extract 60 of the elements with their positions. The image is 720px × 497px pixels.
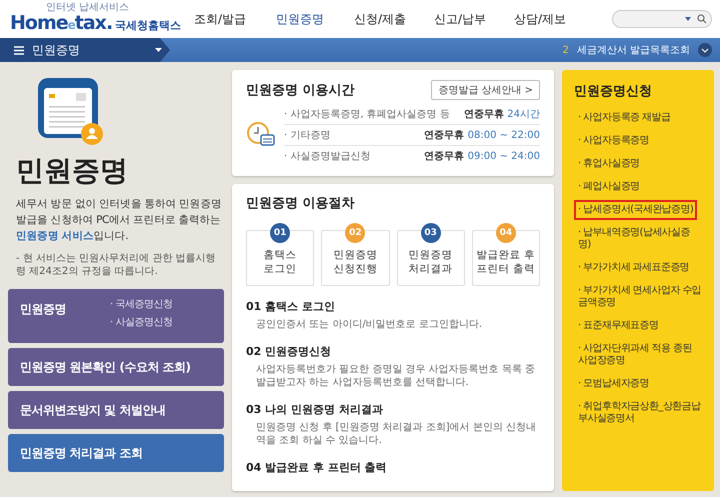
service-menu-button[interactable]: 민원증명 원본확인 (수요처 조회)	[8, 348, 224, 386]
notice-link[interactable]: 세금계산서 발급목록조회	[576, 43, 690, 57]
hours-label: · 사업자등록증명, 휴폐업사실증명 등	[284, 108, 450, 121]
brand-name: 국세청홈택스	[115, 18, 182, 33]
logo-tagline: 인터넷 납세서비스	[46, 3, 130, 13]
step-description: 민원증명 신청 후 [민원증명 처리결과 조회]에서 본인의 신청내역을 조회 하실 수 있습니다.	[256, 421, 538, 447]
certificate-link[interactable]: · 부가가치세 과세표준증명	[574, 258, 706, 278]
step-number: 03	[420, 223, 441, 243]
service-menu-button[interactable]: 민원증명 · 국세증명신청 · 사실증명신청	[8, 289, 224, 343]
sub-link[interactable]: · 사실증명신청	[110, 315, 172, 329]
step-number: 04	[496, 223, 516, 243]
step-heading: 04 발급완료 후 프린터 출력	[246, 460, 388, 475]
detail-button[interactable]: 증명발급 상세안내 >	[431, 80, 540, 100]
step-number: 02	[345, 223, 366, 243]
legal-note: - 현 서비스는 민원사무처리에 관한 법률시행령 제24조2의 규정을 따릅니다.	[16, 252, 217, 278]
step-heading: 01 홈택스 로그인	[246, 299, 336, 314]
menu-icon[interactable]	[14, 46, 24, 54]
service-menu-button[interactable]: 민원증명 처리결과 조회	[8, 434, 224, 472]
nav-item[interactable]: 신청/제출	[340, 10, 420, 28]
nav-item[interactable]: 상담/제보	[500, 10, 580, 28]
intro-text: 세무서 방문 없이 인터넷을 통하여 민원증명발급을 신청하여 PC에서 프린터로 출력하는 민원증명 서비스입니다.	[16, 197, 222, 244]
hours-label: · 사실증명발급신청	[284, 150, 370, 163]
step-heading: 02 민원증명신청	[246, 344, 332, 359]
hours-time: 연중무휴 24시간	[464, 108, 540, 121]
certificate-link[interactable]: · 폐업사실증명	[574, 177, 706, 197]
certificate-link[interactable]: · 모범납세자증명	[574, 374, 706, 394]
certificate-link[interactable]: · 취업후학자금상환_상환금납부사실증명서	[574, 397, 706, 429]
step-heading: 03 나의 민원증명 처리결과	[246, 402, 384, 417]
panel-title: 민원증명신청	[574, 83, 653, 100]
nav-item[interactable]: 신고/납부	[420, 10, 500, 28]
step-number: 01	[270, 223, 290, 243]
search-icon[interactable]	[697, 14, 707, 24]
brand-logo[interactable]: Homeetax.	[10, 13, 112, 35]
section-title: 민원증명	[32, 42, 81, 58]
page-title: 민원증명	[16, 153, 129, 189]
certificate-link[interactable]: · 부가가치세 면세사업자 수입금액증명	[574, 281, 706, 313]
document-icon	[36, 76, 106, 148]
chevron-down-icon[interactable]	[698, 43, 712, 57]
hours-label: · 기타증명	[284, 129, 330, 142]
hours-time: 연중무휴 09:00 ~ 24:00	[424, 150, 540, 163]
nav-item[interactable]: 민원증명	[260, 10, 340, 28]
service-menu-button[interactable]: 문서위변조방지 및 처벌안내	[8, 391, 224, 429]
certificate-link[interactable]: · 사업자등록증명	[574, 131, 706, 151]
caret-icon[interactable]	[155, 48, 162, 52]
certificate-link[interactable]: · 사업자등록증 재발급	[574, 108, 706, 128]
sub-link[interactable]: · 국세증명신청	[110, 297, 172, 311]
step-description: 공인인증서 또는 아이디/비밀번호로 로그인합니다.	[256, 318, 484, 331]
notice-number: 2	[562, 44, 569, 56]
step-description: 사업자등록번호가 필요한 증명일 경우 사업자등록번호 목록 중 발급받고자 하는 사업자등록번호를 선택합니다.	[256, 363, 536, 389]
certificate-link[interactable]: · 납세증명서(국세완납증명)	[574, 200, 698, 220]
search-field[interactable]	[612, 10, 712, 28]
certificate-link[interactable]: · 사업자단위과세 적용 종된 사업장증명	[574, 339, 706, 371]
certificate-link[interactable]: · 납부내역증명(납세사실증명)	[574, 223, 706, 255]
certificate-link[interactable]: · 표준재무제표증명	[574, 316, 706, 336]
card-title: 민원증명 이용시간	[246, 82, 355, 99]
card-title: 민원증명 이용절차	[246, 195, 356, 212]
nav-item[interactable]: 조회/발급	[180, 10, 260, 28]
caret-icon	[685, 17, 691, 21]
certificate-link[interactable]: · 휴업사실증명	[574, 154, 706, 174]
hours-time: 연중무휴 08:00 ~ 22:00	[424, 129, 540, 142]
